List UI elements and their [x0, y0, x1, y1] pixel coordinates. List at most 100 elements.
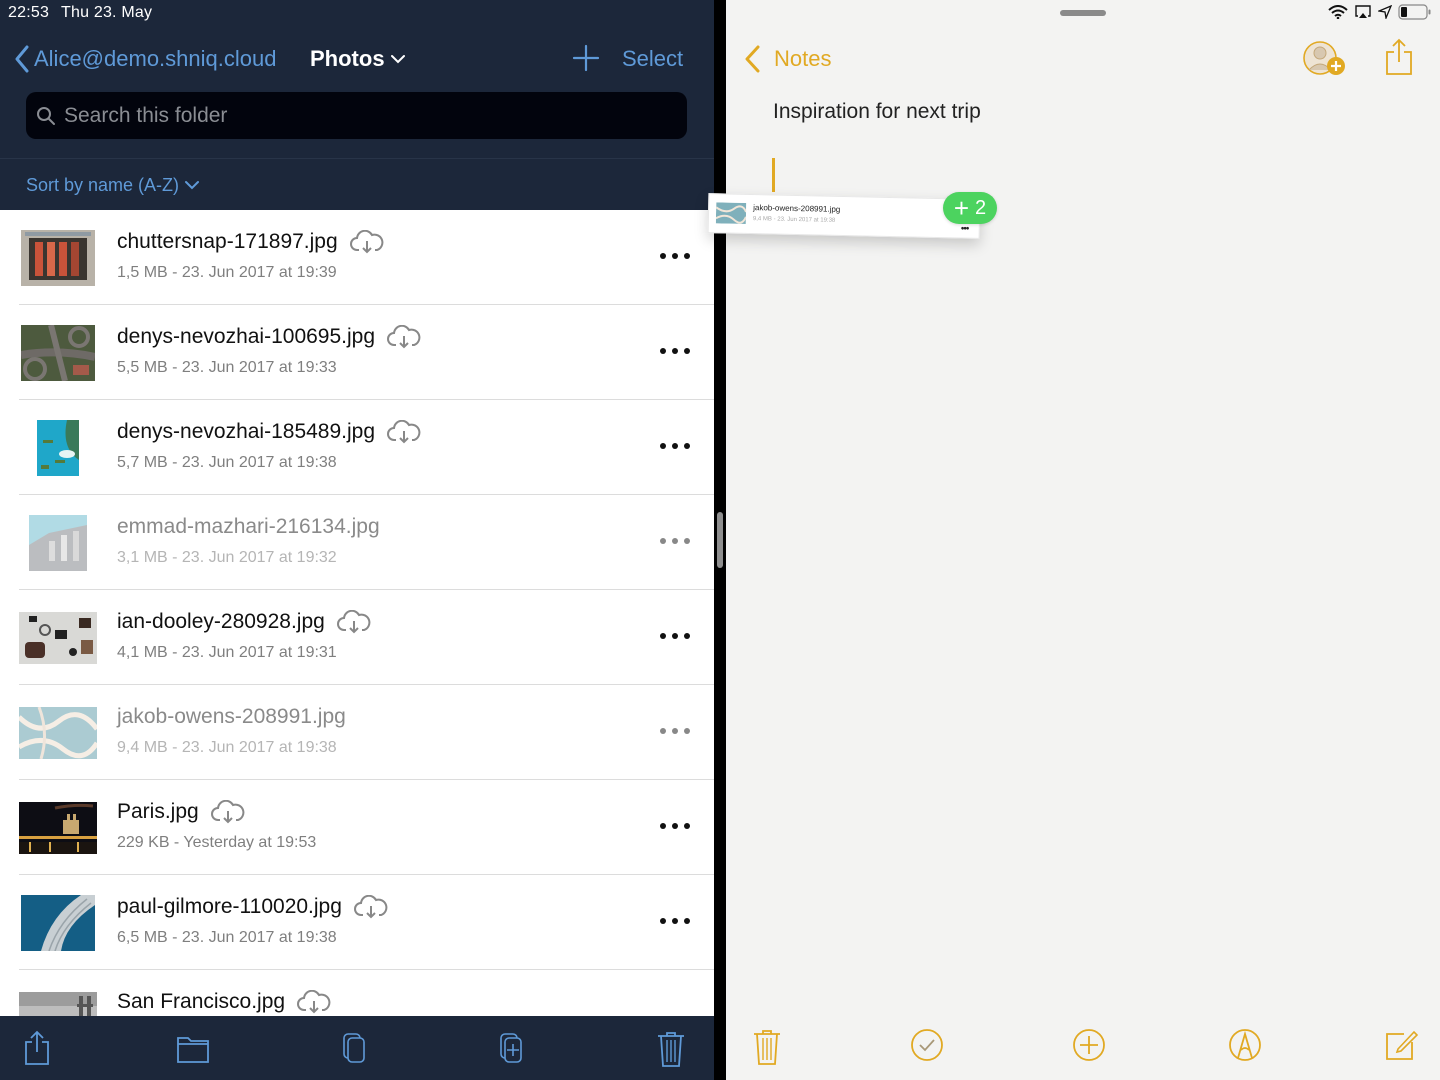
- status-icons: [1328, 4, 1432, 20]
- back-button[interactable]: Alice@demo.shniq.cloud: [14, 42, 276, 76]
- drag-preview[interactable]: jakob-owens-208991.jpg 9,4 MB - 23. Jun …: [707, 193, 981, 239]
- app-grabber-handle[interactable]: [1060, 10, 1106, 16]
- duplicate-button[interactable]: [497, 1030, 533, 1070]
- cloud-download-icon[interactable]: [387, 325, 421, 349]
- sort-dropdown[interactable]: Sort by name (A-Z): [26, 172, 200, 198]
- more-options-button[interactable]: [660, 723, 690, 739]
- more-options-button[interactable]: [660, 913, 690, 929]
- text-caret: [772, 158, 775, 192]
- cloud-download-icon[interactable]: [353, 895, 388, 919]
- file-row[interactable]: emmad-mazhari-216134.jpg 3,1 MB - 23. Ju…: [0, 495, 714, 590]
- trash-icon: [658, 1032, 684, 1067]
- file-meta: 5,5 MB - 23. Jun 2017 at 19:33: [117, 359, 337, 376]
- file-thumbnail: [19, 706, 97, 759]
- file-thumbnail: [19, 801, 97, 854]
- battery-icon: [1398, 4, 1431, 20]
- search-field[interactable]: [26, 92, 687, 139]
- chevron-down-icon: [185, 181, 200, 190]
- chevron-down-icon: [390, 55, 405, 64]
- file-meta: 1,5 MB - 23. Jun 2017 at 19:39: [117, 264, 337, 281]
- add-button[interactable]: [572, 44, 600, 72]
- drag-item-count-badge: +2: [943, 192, 997, 224]
- file-name: jakob-owens-208991.jpg: [117, 705, 346, 728]
- search-input[interactable]: [64, 103, 664, 128]
- add-attachment-button[interactable]: [1072, 1028, 1112, 1068]
- file-row[interactable]: paul-gilmore-110020.jpg 6,5 MB - 23. Jun…: [0, 875, 714, 970]
- file-meta: 5,7 MB - 23. Jun 2017 at 19:38: [117, 454, 337, 471]
- more-options-button[interactable]: [660, 438, 690, 454]
- status-time: 22:53: [8, 4, 50, 21]
- header-divider: [0, 158, 714, 159]
- drag-preview-name: jakob-owens-208991.jpg: [753, 203, 841, 214]
- add-person-icon: [1303, 41, 1345, 75]
- file-meta: 4,1 MB - 23. Jun 2017 at 19:31: [117, 644, 337, 661]
- file-name: ian-dooley-280928.jpg: [117, 610, 325, 633]
- add-icon: [1073, 1029, 1105, 1061]
- more-options-button[interactable]: [660, 818, 690, 834]
- note-share-button[interactable]: [1384, 38, 1414, 76]
- folder-title-dropdown[interactable]: Photos: [310, 42, 405, 76]
- back-button-label: Alice@demo.shniq.cloud: [34, 46, 277, 71]
- file-name: denys-nevozhai-100695.jpg: [117, 325, 376, 348]
- file-meta: 6,5 MB - 23. Jun 2017 at 19:38: [117, 929, 337, 946]
- folder-icon: [177, 1037, 209, 1063]
- add-people-button[interactable]: [1302, 38, 1348, 80]
- file-meta: 229 KB - Yesterday at 19:53: [117, 834, 317, 851]
- location-icon: [1378, 5, 1392, 19]
- file-meta: 9,4 MB - 23. Jun 2017 at 19:38: [117, 739, 337, 756]
- file-name: paul-gilmore-110020.jpg: [117, 895, 342, 918]
- more-icon: •••: [960, 223, 969, 235]
- more-options-button[interactable]: [660, 628, 690, 644]
- file-row[interactable]: San Francisco.jpg: [0, 970, 714, 1016]
- chevron-left-icon: [15, 45, 29, 73]
- compose-note-button[interactable]: [1384, 1028, 1424, 1068]
- markup-icon: [1229, 1029, 1261, 1061]
- file-thumbnail: [21, 229, 95, 286]
- files-app-pane: 22:53 Thu 23. May Alice@demo.shniq.cloud …: [0, 0, 714, 1080]
- more-options-button[interactable]: [660, 533, 690, 549]
- sort-label: Sort by name (A-Z): [26, 174, 180, 195]
- delete-button[interactable]: [656, 1030, 692, 1070]
- file-thumbnail: [37, 419, 79, 476]
- file-thumbnail: [19, 611, 97, 664]
- file-thumbnail: [19, 992, 97, 1016]
- file-name: denys-nevozhai-185489.jpg: [117, 420, 376, 443]
- more-options-button[interactable]: [660, 343, 690, 359]
- delete-note-button[interactable]: [752, 1028, 792, 1068]
- file-row[interactable]: Paris.jpg 229 KB - Yesterday at 19:53: [0, 780, 714, 875]
- file-name: emmad-mazhari-216134.jpg: [117, 515, 380, 538]
- move-to-folder-button[interactable]: [176, 1030, 212, 1070]
- cloud-download-icon[interactable]: [297, 990, 331, 1014]
- notes-back-button[interactable]: Notes: [744, 42, 831, 76]
- cloud-download-icon[interactable]: [387, 420, 421, 444]
- files-toolbar: [0, 1016, 714, 1080]
- notes-app-pane: Notes Inspiration for next trip: [726, 0, 1440, 1080]
- status-bar-time: 22:53 Thu 23. May: [8, 4, 152, 22]
- file-name: Paris.jpg: [117, 800, 199, 823]
- split-view-handle[interactable]: [717, 512, 723, 568]
- checklist-button[interactable]: [910, 1028, 950, 1068]
- more-options-button[interactable]: [660, 248, 690, 264]
- file-row[interactable]: chuttersnap-171897.jpg 1,5 MB - 23. Jun …: [0, 210, 714, 305]
- drag-preview-meta: 9,4 MB - 23. Jun 2017 at 19:38: [752, 216, 836, 224]
- file-row[interactable]: ian-dooley-280928.jpg 4,1 MB - 23. Jun 2…: [0, 590, 714, 685]
- cloud-download-icon[interactable]: [349, 230, 384, 254]
- copy-button[interactable]: [340, 1030, 376, 1070]
- status-date: Thu 23. May: [61, 4, 153, 21]
- file-meta: 3,1 MB - 23. Jun 2017 at 19:32: [117, 549, 337, 566]
- select-button[interactable]: Select: [622, 42, 683, 76]
- cloud-download-icon[interactable]: [210, 800, 245, 824]
- cloud-download-icon[interactable]: [336, 610, 371, 634]
- trash-icon: [754, 1030, 780, 1065]
- file-thumbnail: [21, 894, 95, 951]
- share-button[interactable]: [22, 1030, 58, 1070]
- file-row[interactable]: denys-nevozhai-100695.jpg 5,5 MB - 23. J…: [0, 305, 714, 400]
- file-list: chuttersnap-171897.jpg 1,5 MB - 23. Jun …: [0, 210, 714, 1016]
- drag-item-count: 2: [975, 196, 987, 219]
- search-icon: [37, 106, 55, 125]
- plus-icon: [572, 44, 600, 72]
- file-row[interactable]: denys-nevozhai-185489.jpg 5,7 MB - 23. J…: [0, 400, 714, 495]
- note-title[interactable]: Inspiration for next trip: [773, 100, 981, 124]
- file-row[interactable]: jakob-owens-208991.jpg 9,4 MB - 23. Jun …: [0, 685, 714, 780]
- markup-button[interactable]: [1228, 1028, 1268, 1068]
